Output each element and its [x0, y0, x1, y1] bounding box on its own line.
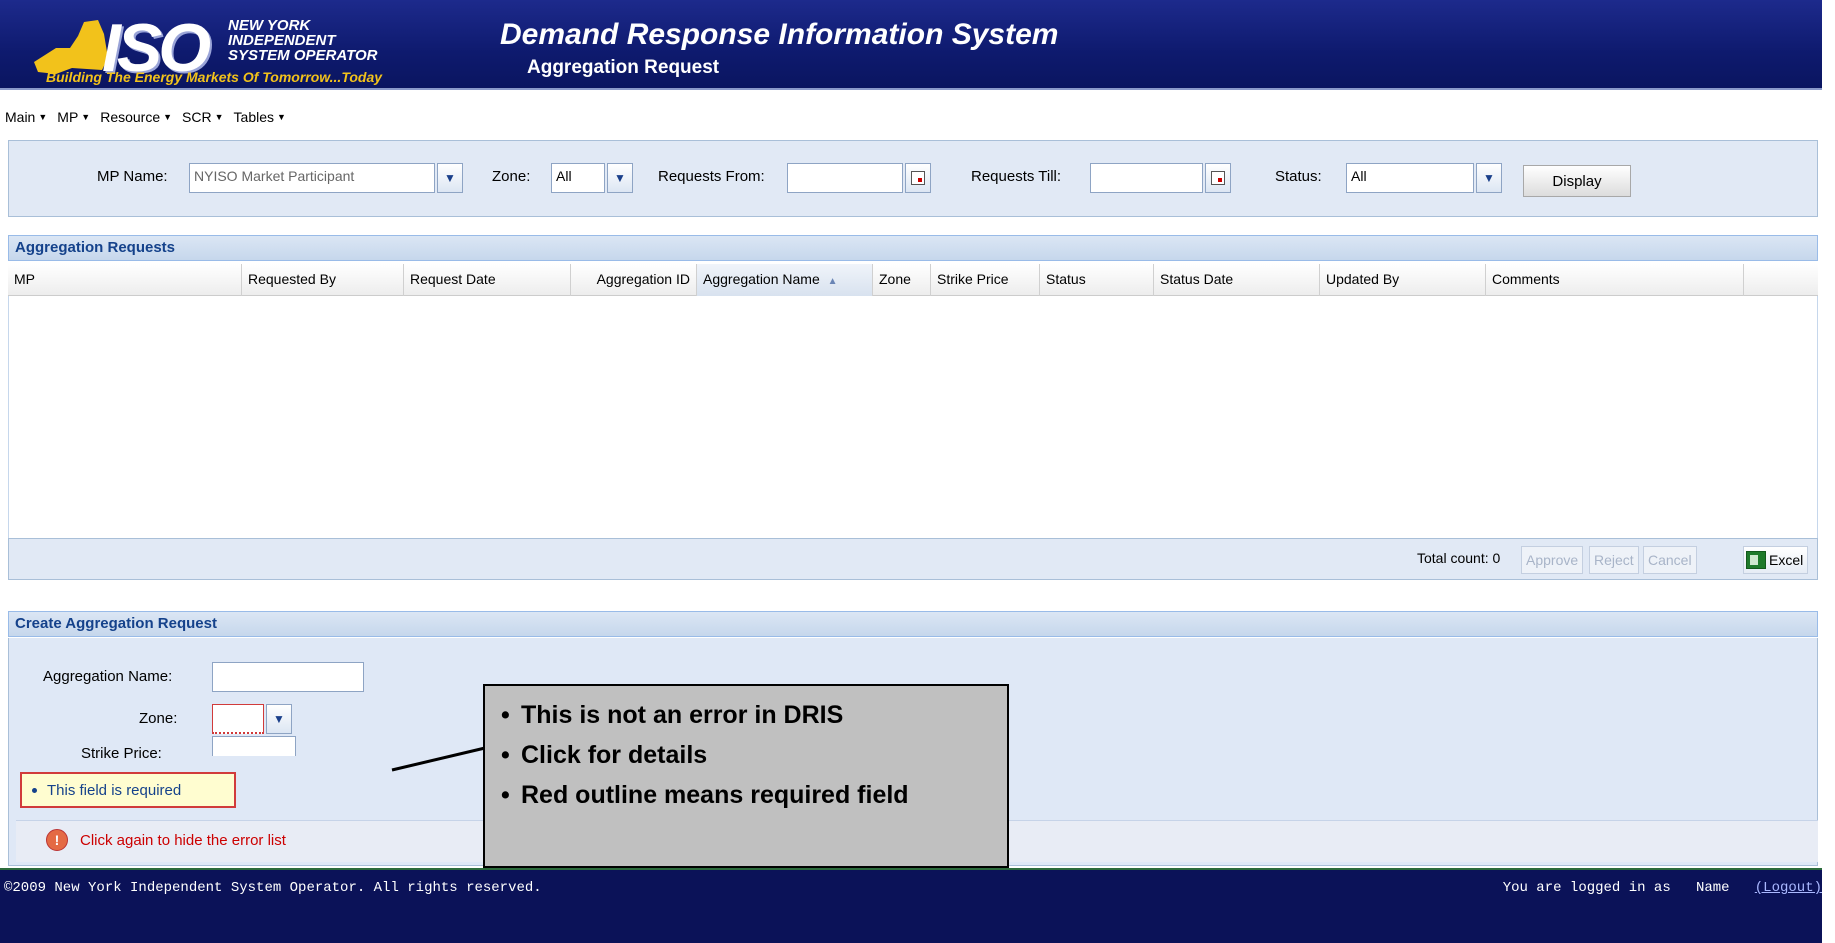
- zone-filter-label: Zone:: [492, 168, 531, 185]
- column-comments[interactable]: Comments: [1486, 264, 1744, 296]
- app-header: ISO NEW YORK INDEPENDENT SYSTEM OPERATOR…: [0, 0, 1822, 90]
- mp-name-combo[interactable]: NYISO Market Participant: [189, 163, 435, 193]
- menu-resource[interactable]: Resource ▼: [100, 104, 172, 130]
- chevron-down-icon[interactable]: ▼: [266, 704, 292, 734]
- calendar-glyph: [1211, 171, 1225, 185]
- column-request-date[interactable]: Request Date: [404, 264, 571, 296]
- logged-in-label: You are logged in as: [1502, 880, 1671, 896]
- caret-down-icon: ▼: [81, 112, 91, 122]
- zone-label: Zone:: [139, 710, 178, 727]
- total-count: Total count: 0: [1417, 550, 1501, 566]
- column-mp[interactable]: MP: [8, 264, 242, 296]
- callout-item: • Click for details: [501, 741, 708, 769]
- copyright: ©2009 New York Independent System Operat…: [4, 880, 542, 896]
- app-window: ISO NEW YORK INDEPENDENT SYSTEM OPERATOR…: [0, 0, 1835, 943]
- approve-button[interactable]: Approve: [1521, 546, 1584, 574]
- error-item: This field is required: [47, 781, 182, 799]
- excel-export-button[interactable]: Excel: [1743, 546, 1809, 574]
- create-request-title: Create Aggregation Request: [8, 611, 1818, 637]
- menu-scr-label: SCR: [182, 109, 212, 125]
- app-footer: ©2009 New York Independent System Operat…: [0, 870, 1822, 943]
- error-toggle-text: Click again to hide the error list: [80, 831, 286, 849]
- column-status-date[interactable]: Status Date: [1154, 264, 1320, 296]
- caret-down-icon: ▼: [38, 112, 48, 122]
- callout-text: Red outline means required field: [521, 781, 909, 809]
- zone-filter-combo[interactable]: All: [551, 163, 605, 193]
- menu-mp-label: MP: [57, 109, 79, 125]
- column-aggregation-name[interactable]: Aggregation Name ▲: [697, 264, 873, 296]
- calendar-glyph: [911, 171, 925, 185]
- error-toggle[interactable]: ! Click again to hide the error list: [46, 829, 286, 851]
- excel-label: Excel: [1769, 552, 1804, 568]
- menu-scr[interactable]: SCR ▼: [182, 104, 223, 130]
- callout-text: Click for details: [521, 741, 708, 769]
- user-name: Name: [1695, 880, 1730, 896]
- chevron-down-icon[interactable]: ▼: [1476, 163, 1502, 193]
- page-title: Aggregation Request: [527, 57, 720, 78]
- requests-from-label: Requests From:: [658, 168, 765, 185]
- login-status: You are logged in as Name (Logout): [1503, 880, 1822, 896]
- calendar-icon[interactable]: [1205, 163, 1231, 193]
- logo-line-3: SYSTEM OPERATOR: [228, 47, 378, 64]
- new-york-state-icon: [34, 20, 108, 74]
- column-updated-by[interactable]: Updated By: [1320, 264, 1486, 296]
- status-filter-combo[interactable]: All: [1346, 163, 1474, 193]
- filter-panel: MP Name: NYISO Market Participant ▼ Zone…: [8, 140, 1818, 217]
- chevron-down-icon[interactable]: ▼: [607, 163, 633, 193]
- chevron-down-icon[interactable]: ▼: [437, 163, 463, 193]
- page-margin: [1822, 0, 1835, 943]
- column-aggregation-id[interactable]: Aggregation ID: [571, 264, 697, 296]
- column-requested-by[interactable]: Requested By: [242, 264, 404, 296]
- menu-tables-label: Tables: [233, 109, 274, 125]
- logo-org-name: NEW YORK INDEPENDENT SYSTEM OPERATOR: [228, 18, 377, 63]
- menu-main-label: Main: [5, 109, 36, 125]
- menu-main[interactable]: Main ▼: [5, 104, 47, 130]
- aggregation-name-input[interactable]: [212, 662, 364, 692]
- zone-combo-required[interactable]: [212, 704, 264, 734]
- logout-link[interactable]: (Logout): [1755, 880, 1822, 896]
- callout-item: • Red outline means required field: [501, 781, 909, 809]
- column-strike-price[interactable]: Strike Price: [931, 264, 1040, 296]
- calendar-icon[interactable]: [905, 163, 931, 193]
- menu-mp[interactable]: MP ▼: [57, 104, 90, 130]
- reject-button[interactable]: Reject: [1589, 546, 1639, 574]
- grid-header-row: MP Requested By Request Date Aggregation…: [8, 264, 1818, 296]
- bullet: [32, 787, 37, 793]
- menu-resource-label: Resource: [100, 109, 161, 125]
- strike-price-input[interactable]: [212, 736, 296, 756]
- display-button[interactable]: Display: [1523, 165, 1631, 197]
- sort-ascending-icon: ▲: [827, 276, 838, 287]
- status-filter-label: Status:: [1275, 168, 1322, 185]
- nyiso-logo: ISO NEW YORK INDEPENDENT SYSTEM OPERATOR…: [10, 6, 465, 88]
- callout-item: • This is not an error in DRIS: [501, 701, 844, 729]
- caret-down-icon: ▼: [277, 112, 286, 122]
- aggregation-name-label: Aggregation Name:: [43, 668, 173, 685]
- mp-name-label: MP Name:: [97, 168, 168, 185]
- aggregation-requests-title: Aggregation Requests: [8, 235, 1818, 261]
- menu-tables[interactable]: Tables ▼: [234, 104, 286, 130]
- callout-text: This is not an error in DRIS: [521, 701, 844, 729]
- column-aggregation-name-label: Aggregation Name: [703, 271, 820, 287]
- cancel-button[interactable]: Cancel: [1643, 546, 1697, 574]
- grid-toolbar: Total count: 0 Approve Reject Cancel Exc…: [8, 538, 1818, 580]
- column-zone[interactable]: Zone: [873, 264, 931, 296]
- error-list: This field is required: [20, 772, 236, 808]
- annotation-callout: • This is not an error in DRIS • Click for…: [483, 684, 1009, 868]
- caret-down-icon: ▼: [214, 112, 224, 122]
- logo-line-2: INDEPENDENT: [228, 32, 336, 49]
- logo-tagline: Building The Energy Markets Of Tomorrow.…: [46, 69, 383, 85]
- logo-line-1: NEW YORK: [228, 17, 311, 34]
- grid-body: [8, 296, 1818, 538]
- requests-till-label: Requests Till:: [971, 168, 1062, 185]
- caret-down-icon: ▼: [163, 112, 173, 122]
- excel-icon: [1746, 551, 1766, 569]
- requests-till-input[interactable]: [1090, 163, 1203, 193]
- error-icon: !: [46, 829, 68, 851]
- requests-from-input[interactable]: [787, 163, 903, 193]
- app-title: Demand Response Information System: [500, 18, 1059, 51]
- column-status[interactable]: Status: [1040, 264, 1154, 296]
- main-menu: Main ▼ MP ▼ Resource ▼ SCR ▼ Tables ▼: [0, 104, 286, 130]
- strike-price-label: Strike Price:: [81, 745, 162, 759]
